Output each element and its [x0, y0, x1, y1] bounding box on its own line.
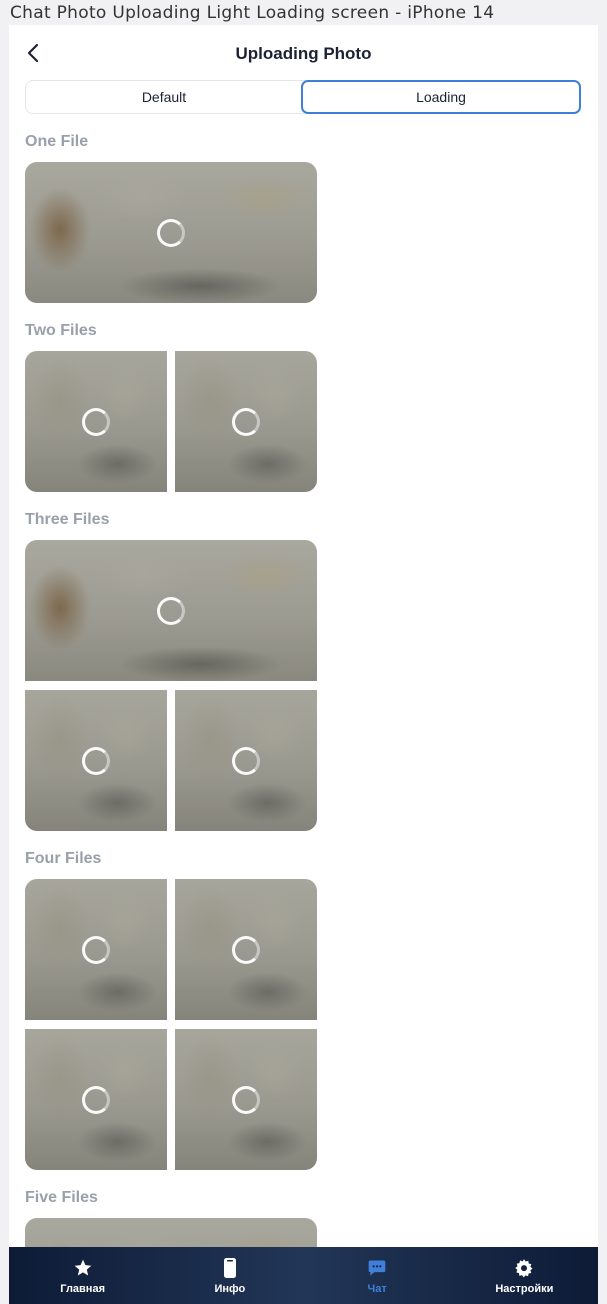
phone-screen: Uploading Photo Default Loading One File… — [9, 25, 598, 1304]
tab-label: Чат — [367, 1283, 387, 1295]
loading-spinner-icon — [232, 1085, 260, 1114]
tab-info[interactable]: Инфо — [156, 1247, 303, 1304]
loading-spinner-icon — [82, 407, 110, 436]
star-icon — [72, 1257, 94, 1279]
photo-tile[interactable] — [175, 1029, 317, 1170]
photo-tile[interactable] — [175, 690, 317, 831]
loading-spinner-icon — [157, 596, 185, 625]
segment-loading[interactable]: Loading — [301, 80, 581, 114]
tab-label: Главная — [60, 1283, 105, 1295]
page-title: Uploading Photo — [235, 44, 372, 63]
photo-tile[interactable] — [25, 879, 167, 1020]
section-label-one-file: One File — [25, 133, 89, 150]
loading-spinner-icon — [157, 218, 185, 247]
tab-chat[interactable]: Чат — [304, 1247, 451, 1304]
loading-spinner-icon — [232, 407, 260, 436]
section-label-five-files: Five Files — [25, 1189, 98, 1206]
photo-tile[interactable] — [175, 351, 317, 492]
tab-bar: Главная Инфо Чат Настройки — [9, 1247, 598, 1304]
gear-icon — [513, 1257, 535, 1279]
screen-caption: Chat Photo Uploading Light Loading scree… — [10, 3, 495, 23]
segment-default[interactable]: Default — [26, 81, 302, 113]
tab-label: Инфо — [214, 1283, 246, 1295]
phone-icon — [219, 1257, 241, 1279]
section-label-two-files: Two Files — [25, 322, 97, 339]
header: Uploading Photo — [9, 25, 598, 81]
tab-settings[interactable]: Настройки — [451, 1247, 598, 1304]
photo-tile[interactable] — [25, 351, 167, 492]
loading-spinner-icon — [82, 1085, 110, 1114]
section-label-three-files: Three Files — [25, 511, 110, 528]
tab-home[interactable]: Главная — [9, 1247, 156, 1304]
loading-spinner-icon — [82, 935, 110, 964]
photo-tile[interactable] — [175, 879, 317, 1020]
section-label-four-files: Four Files — [25, 850, 102, 867]
photo-tile[interactable] — [25, 162, 317, 303]
photo-tile[interactable] — [25, 1029, 167, 1170]
tab-label: Настройки — [495, 1283, 554, 1295]
loading-spinner-icon — [232, 746, 260, 775]
chat-icon — [366, 1257, 388, 1279]
loading-spinner-icon — [232, 935, 260, 964]
photo-tile[interactable] — [25, 540, 317, 681]
loading-spinner-icon — [82, 746, 110, 775]
segmented-control: Default Loading — [25, 80, 581, 114]
photo-tile[interactable] — [25, 690, 167, 831]
